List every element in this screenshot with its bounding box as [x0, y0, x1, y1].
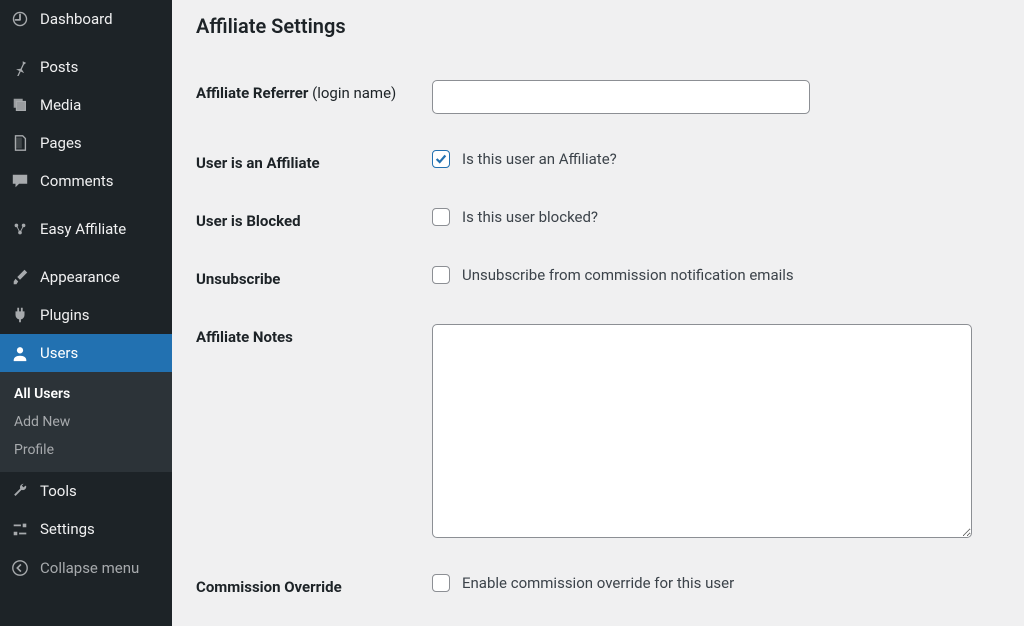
user-is-blocked-text: Is this user blocked?: [462, 208, 598, 226]
user-is-blocked-checkbox[interactable]: [432, 208, 450, 226]
label-user-is-affiliate: User is an Affiliate: [196, 150, 432, 172]
label-affiliate-notes: Affiliate Notes: [196, 324, 432, 346]
sidebar-item-label: Pages: [40, 134, 82, 152]
wrench-icon: [10, 481, 30, 501]
sidebar-item-dashboard[interactable]: Dashboard: [0, 0, 172, 38]
sidebar-item-pages[interactable]: Pages: [0, 124, 172, 162]
label-affiliate-referrer: Affiliate Referrer (login name): [196, 80, 432, 102]
easyaffiliate-icon: [10, 219, 30, 239]
menu-separator: [0, 200, 172, 210]
plug-icon: [10, 305, 30, 325]
menu-separator: [0, 38, 172, 48]
label-sub: (login name): [312, 84, 396, 102]
user-icon: [10, 343, 30, 363]
commission-override-text: Enable commission override for this user: [462, 574, 734, 592]
sidebar-item-label: Users: [40, 344, 78, 362]
media-icon: [10, 95, 30, 115]
submenu-item-profile[interactable]: Profile: [0, 436, 172, 464]
sidebar-item-label: Media: [40, 96, 81, 114]
comment-icon: [10, 171, 30, 191]
section-title: Affiliate Settings: [196, 14, 1000, 38]
submenu-item-addnew[interactable]: Add New: [0, 408, 172, 436]
sidebar-item-posts[interactable]: Posts: [0, 48, 172, 86]
collapse-label: Collapse menu: [40, 559, 139, 577]
sidebar-item-tools[interactable]: Tools: [0, 472, 172, 510]
sidebar-item-label: Easy Affiliate: [40, 220, 126, 238]
unsubscribe-text: Unsubscribe from commission notification…: [462, 266, 794, 284]
collapse-icon: [10, 558, 30, 578]
check-icon: [434, 152, 448, 166]
sidebar-item-label: Dashboard: [40, 10, 113, 28]
affiliate-notes-textarea[interactable]: [432, 324, 972, 538]
label-unsubscribe: Unsubscribe: [196, 266, 432, 288]
unsubscribe-checkbox[interactable]: [432, 266, 450, 284]
label-user-is-blocked: User is Blocked: [196, 208, 432, 230]
brush-icon: [10, 267, 30, 287]
row-user-is-affiliate: User is an Affiliate Is this user an Aff…: [196, 132, 1000, 190]
row-unsubscribe: Unsubscribe Unsubscribe from commission …: [196, 248, 1000, 306]
sidebar-item-label: Plugins: [40, 306, 89, 324]
label-text: Affiliate Referrer: [196, 84, 312, 102]
user-is-affiliate-checkbox[interactable]: [432, 150, 450, 168]
sliders-icon: [10, 519, 30, 539]
sidebar-item-appearance[interactable]: Appearance: [0, 258, 172, 296]
pages-icon: [10, 133, 30, 153]
menu-separator: [0, 248, 172, 258]
row-commission-override: Commission Override Enable commission ov…: [196, 556, 1000, 614]
sidebar-item-comments[interactable]: Comments: [0, 162, 172, 200]
sidebar-item-plugins[interactable]: Plugins: [0, 296, 172, 334]
sidebar-item-media[interactable]: Media: [0, 86, 172, 124]
sidebar-item-easyaffiliate[interactable]: Easy Affiliate: [0, 210, 172, 248]
sidebar-item-label: Comments: [40, 172, 114, 190]
users-submenu: All Users Add New Profile: [0, 372, 172, 472]
row-affiliate-referrer: Affiliate Referrer (login name): [196, 62, 1000, 132]
sidebar-item-label: Settings: [40, 520, 95, 538]
user-is-affiliate-text: Is this user an Affiliate?: [462, 150, 617, 168]
sidebar-item-settings[interactable]: Settings: [0, 510, 172, 548]
row-affiliate-notes: Affiliate Notes: [196, 306, 1000, 556]
dashboard-icon: [10, 9, 30, 29]
collapse-menu[interactable]: Collapse menu: [0, 548, 172, 588]
sidebar-item-users[interactable]: Users: [0, 334, 172, 372]
main-content: Affiliate Settings Affiliate Referrer (l…: [172, 0, 1024, 626]
commission-override-checkbox[interactable]: [432, 574, 450, 592]
sidebar-item-label: Posts: [40, 58, 78, 76]
row-user-is-blocked: User is Blocked Is this user blocked?: [196, 190, 1000, 248]
pin-icon: [10, 57, 30, 77]
sidebar-item-label: Tools: [40, 482, 77, 500]
submenu-item-allusers[interactable]: All Users: [0, 380, 172, 408]
affiliate-referrer-input[interactable]: [432, 80, 810, 114]
admin-sidebar: Dashboard Posts Media Pages Comments Eas…: [0, 0, 172, 626]
label-commission-override: Commission Override: [196, 574, 432, 596]
sidebar-item-label: Appearance: [40, 268, 120, 286]
